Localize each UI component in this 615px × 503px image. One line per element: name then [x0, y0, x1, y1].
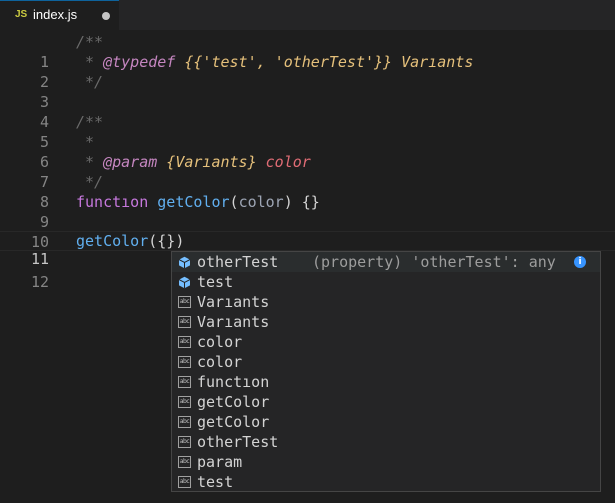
function-call: getColor [76, 232, 149, 250]
comment: * [76, 53, 104, 71]
suggest-item[interactable]: abc Varıants [172, 312, 600, 332]
comment: * [76, 133, 95, 151]
suggest-item[interactable]: abc getColor [172, 392, 600, 412]
comment: /** [76, 113, 104, 131]
suggest-item[interactable]: abc otherTest [172, 432, 600, 452]
suggest-item[interactable]: abc functıon [172, 372, 600, 392]
jsdoc-tag: @param [103, 153, 158, 171]
word-icon: abc [178, 416, 191, 428]
suggest-item[interactable]: otherTest (property) 'otherTest': any i [172, 252, 600, 272]
word-icon: abc [178, 376, 191, 388]
suggest-label: param [197, 453, 243, 471]
code-line: 8 */ [0, 172, 615, 211]
current-code-line[interactable]: 11 getColor({}) [0, 231, 615, 268]
function-name: getColor [157, 193, 230, 211]
suggest-label: Varıants [197, 313, 270, 331]
comment: */ [76, 173, 104, 191]
word-icon: abc [178, 456, 191, 468]
word-icon: abc [178, 476, 191, 488]
suggest-label: test [197, 273, 234, 291]
suggest-item[interactable]: abc Varıants [172, 292, 600, 312]
word-icon: abc [178, 296, 191, 308]
keyword: functıon [76, 193, 149, 211]
suggest-label: getColor [197, 393, 270, 411]
suggest-item[interactable]: abc test [172, 472, 600, 491]
punctuation: ( [229, 193, 239, 211]
word-icon: abc [178, 436, 191, 448]
punctuation: ({}) [148, 232, 185, 250]
word-icon: abc [178, 336, 191, 348]
suggest-widget[interactable]: otherTest (property) 'otherTest': any i … [171, 251, 601, 492]
unsaved-dot-icon[interactable] [102, 12, 110, 20]
suggest-item[interactable]: test [172, 272, 600, 292]
suggest-label: getColor [197, 413, 270, 431]
suggest-detail: (property) 'otherTest': any [312, 253, 556, 271]
suggest-label: Varıants [197, 293, 270, 311]
code-line: 10 [0, 212, 615, 251]
jsdoc-type: {{'test', 'otherTest'}} Varıants [175, 53, 474, 71]
suggest-label: test [197, 473, 234, 491]
tab-index-js[interactable]: JS index.js [0, 0, 119, 30]
suggest-item[interactable]: abc color [172, 352, 600, 372]
code-line: 7 * @param {Varıants} color [0, 152, 615, 191]
code-line: 5 /** [0, 112, 615, 151]
suggest-item[interactable]: abc color [172, 332, 600, 352]
javascript-file-icon: JS [15, 9, 28, 20]
comment: */ [76, 73, 104, 91]
line-number: 12 [30, 273, 49, 291]
code-line: 2 * @typedef {{'test', 'otherTest'}} Var… [0, 52, 615, 91]
suggest-item[interactable]: abc getColor [172, 412, 600, 432]
property-icon [178, 256, 191, 269]
code-line: 4 [0, 92, 615, 131]
property-icon [178, 276, 191, 289]
code-line: 6 * [0, 132, 615, 171]
word-icon: abc [178, 396, 191, 408]
jsdoc-tag: @typedef [103, 53, 176, 71]
word-icon: abc [178, 356, 191, 368]
info-icon[interactable]: i [574, 256, 586, 268]
tab-bar: JS index.js [0, 0, 615, 30]
code-line: 9 functıon getColor(color) {} [0, 192, 615, 231]
code-line: 3 */ [0, 72, 615, 111]
suggest-label: functıon [197, 373, 270, 391]
suggest-label: otherTest [197, 433, 279, 451]
suggest-label: color [197, 353, 243, 371]
comment: * [76, 153, 104, 171]
parameter: color [238, 193, 284, 211]
word-icon: abc [178, 316, 191, 328]
suggest-label: otherTest [197, 253, 279, 271]
suggest-label: color [197, 333, 243, 351]
punctuation: ) {} [283, 193, 320, 211]
jsdoc-type: {Varıants} [157, 153, 266, 171]
tab-label: index.js [33, 7, 78, 22]
suggest-item[interactable]: abc param [172, 452, 600, 472]
comment: /** [76, 33, 104, 51]
jsdoc-param: color [265, 153, 311, 171]
code-line: 1 /** [0, 32, 615, 71]
